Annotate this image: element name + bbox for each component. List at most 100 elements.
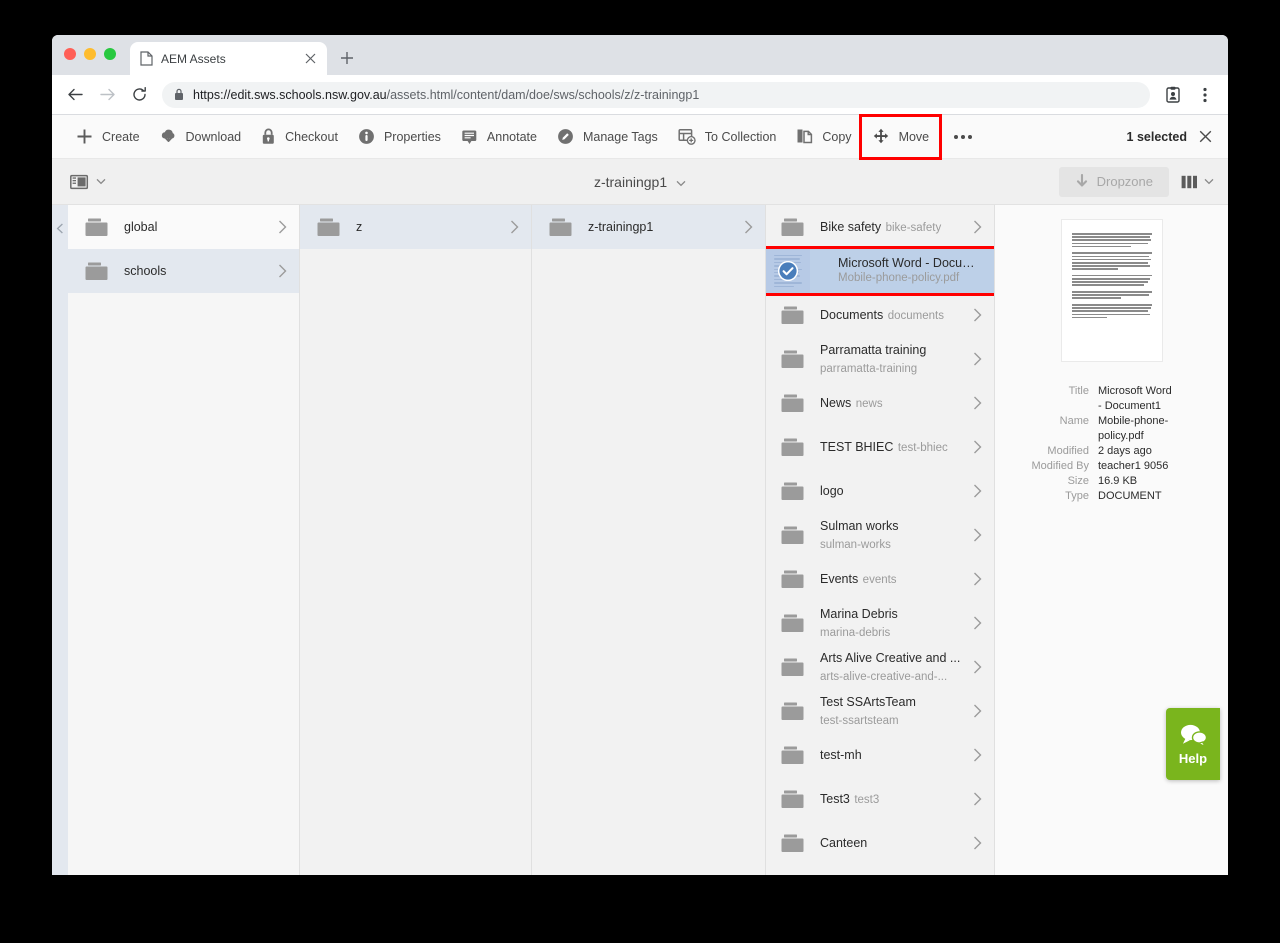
properties-button[interactable]: Properties	[348, 115, 451, 159]
list-item[interactable]: Bike safety bike-safety	[766, 205, 994, 249]
to-collection-label: To Collection	[704, 129, 777, 144]
more-actions-button[interactable]	[939, 115, 987, 159]
list-item[interactable]: Parramatta training parramatta-training	[766, 337, 994, 381]
chevron-right-icon[interactable]	[973, 748, 982, 762]
chevron-right-icon[interactable]	[278, 264, 287, 278]
checkmark-circle-icon	[778, 261, 798, 281]
list-item[interactable]: test-mh	[766, 733, 994, 777]
asset-action-toolbar: Create Download Checkout Properties Anno…	[52, 113, 1228, 160]
list-item[interactable]: logo	[766, 469, 994, 513]
metadata-key: Title	[1068, 385, 1089, 397]
chevron-right-icon[interactable]	[973, 528, 982, 542]
url-input[interactable]: https://edit.sws.schools.nsw.gov.au/asse…	[162, 81, 1150, 108]
list-item[interactable]: TEST BHIEC test-bhiec	[766, 425, 994, 469]
to-collection-button[interactable]: To Collection	[668, 115, 787, 159]
column-2: z	[300, 205, 532, 875]
close-icon[interactable]	[302, 51, 318, 67]
chevron-right-icon[interactable]	[973, 440, 982, 454]
back-button[interactable]	[60, 80, 90, 110]
chevron-down-icon	[676, 178, 686, 190]
move-button[interactable]: Move	[858, 113, 943, 160]
folder-icon	[84, 261, 110, 282]
browser-tabstrip: AEM Assets	[52, 35, 1228, 75]
list-item[interactable]: News news	[766, 381, 994, 425]
view-selector-button[interactable]	[1181, 175, 1214, 189]
create-button[interactable]: Create	[66, 115, 150, 159]
column-3: z-trainingp1	[532, 205, 766, 875]
list-item-subtitle: parramatta-training	[820, 363, 918, 375]
chevron-right-icon[interactable]	[973, 704, 982, 718]
chevron-right-icon[interactable]	[973, 616, 982, 630]
rail-toggle-button[interactable]	[52, 174, 106, 190]
asset-subtitle: Mobile-phone-policy.pdf	[838, 272, 960, 284]
close-window-button[interactable]	[64, 48, 76, 60]
plus-icon	[76, 128, 93, 145]
asset-title: Microsoft Word - Document1	[838, 256, 982, 270]
list-item-subtitle: test-bhiec	[897, 442, 948, 454]
chevron-right-icon[interactable]	[973, 484, 982, 498]
selected-asset-row[interactable]: Microsoft Word - Document1 Mobile-phone-…	[766, 246, 994, 296]
chevron-right-icon[interactable]	[973, 352, 982, 366]
close-icon[interactable]	[1199, 130, 1212, 143]
forward-button[interactable]	[92, 80, 122, 110]
document-page-thumbnail	[1060, 219, 1163, 362]
create-label: Create	[102, 129, 140, 144]
folder-icon	[780, 481, 806, 502]
maximize-window-button[interactable]	[104, 48, 116, 60]
list-item-labels: Events events	[820, 570, 959, 588]
chevron-down-icon	[1204, 178, 1214, 185]
new-tab-button[interactable]	[333, 44, 361, 72]
list-item[interactable]: Test SSArtsTeam test-ssartsteam	[766, 689, 994, 733]
reload-button[interactable]	[124, 80, 154, 110]
chevron-left-icon	[56, 223, 64, 234]
list-item[interactable]: Test3 test3	[766, 777, 994, 821]
manage-tags-button[interactable]: Manage Tags	[547, 115, 668, 159]
list-item[interactable]: z-trainingp1	[532, 205, 765, 249]
asset-subbar: z-trainingp1 Dropzone	[52, 159, 1228, 205]
list-item[interactable]: Events events	[766, 557, 994, 601]
chevron-right-icon[interactable]	[973, 792, 982, 806]
chevron-right-icon[interactable]	[973, 396, 982, 410]
list-item[interactable]: Canteen	[766, 821, 994, 865]
list-item[interactable]: Documents documents	[766, 293, 994, 337]
download-button[interactable]: Download	[150, 115, 252, 159]
copy-button[interactable]: Copy	[786, 115, 861, 159]
metadata-key: Size	[1067, 475, 1089, 487]
rail-collapse-handle[interactable]	[52, 205, 68, 875]
dropzone-button[interactable]: Dropzone	[1058, 166, 1169, 197]
list-item[interactable]: z	[300, 205, 531, 249]
checkout-button[interactable]: Checkout	[251, 115, 348, 159]
list-item-title: Events	[820, 572, 859, 586]
chevron-right-icon[interactable]	[510, 220, 519, 234]
url-text: https://edit.sws.schools.nsw.gov.au/asse…	[193, 88, 699, 102]
list-item[interactable]: Sulman works sulman-works	[766, 513, 994, 557]
chevron-right-icon[interactable]	[744, 220, 753, 234]
annotate-button[interactable]: Annotate	[451, 115, 547, 159]
kebab-menu-icon[interactable]	[1190, 80, 1220, 110]
selection-count-label: 1 selected	[1126, 129, 1187, 144]
chevron-right-icon[interactable]	[973, 308, 982, 322]
browser-window: AEM Assets https://edit.sws.schools.nsw.…	[52, 35, 1228, 875]
list-item[interactable]: schools	[68, 249, 299, 293]
minimize-window-button[interactable]	[84, 48, 96, 60]
list-item[interactable]: Arts Alive Creative and ... arts-alive-c…	[766, 645, 994, 689]
info-icon	[358, 128, 375, 145]
breadcrumb[interactable]: z-trainingp1	[52, 174, 1228, 190]
browser-tab-aem-assets[interactable]: AEM Assets	[130, 42, 327, 75]
chevron-right-icon[interactable]	[973, 836, 982, 850]
list-item[interactable]: global	[68, 205, 299, 249]
chevron-right-icon[interactable]	[278, 220, 287, 234]
list-item[interactable]: Marina Debris marina-debris	[766, 601, 994, 645]
rail-panel-icon	[70, 174, 89, 190]
list-item-subtitle: sulman-works	[820, 539, 891, 551]
list-item-labels: News news	[820, 394, 959, 412]
chevron-right-icon[interactable]	[973, 660, 982, 674]
profile-card-icon[interactable]	[1158, 80, 1188, 110]
chevron-right-icon[interactable]	[973, 220, 982, 234]
folder-icon	[780, 393, 806, 414]
download-arrow-icon	[1075, 174, 1089, 189]
document-icon	[139, 51, 153, 67]
lock-icon	[261, 128, 276, 145]
chevron-right-icon[interactable]	[973, 572, 982, 586]
help-widget-button[interactable]: Help	[1166, 708, 1220, 780]
